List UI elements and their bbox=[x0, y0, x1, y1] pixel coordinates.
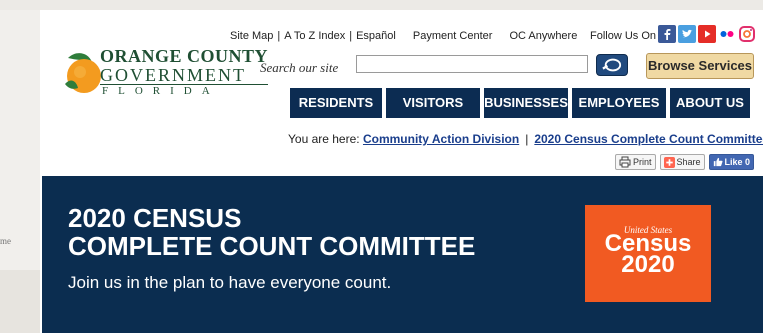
utility-links: Site Map | A To Z Index | Español Payment Ce… bbox=[230, 30, 577, 42]
logo-wordmark: ORANGE COUNTY GOVERNMENT FLORIDA bbox=[100, 46, 269, 97]
logo-line-florida: FLORIDA bbox=[100, 84, 269, 97]
browse-services-button[interactable]: Browse Services bbox=[646, 53, 754, 79]
search-label: Search our site bbox=[260, 60, 339, 75]
hero-banner: 2020 CENSUS COMPLETE COUNT COMMITTEE Joi… bbox=[42, 176, 763, 333]
page-content: ORANGE COUNTY GOVERNMENT FLORIDA Site Ma… bbox=[40, 10, 763, 333]
census-logo-year: 2020 bbox=[621, 251, 675, 278]
left-side-panel-lower bbox=[0, 270, 40, 333]
thumbs-up-icon bbox=[713, 157, 723, 167]
site-map-link[interactable]: Site Map bbox=[230, 30, 273, 42]
print-button[interactable]: Print bbox=[615, 154, 656, 170]
print-label: Print bbox=[633, 157, 652, 167]
a-to-z-index-link[interactable]: A To Z Index bbox=[284, 30, 345, 42]
banner-title-line-2: COMPLETE COUNT COMMITTEE bbox=[68, 231, 476, 261]
flickr-icon[interactable] bbox=[718, 25, 736, 43]
breadcrumb: You are here: Community Action Division |… bbox=[288, 132, 763, 146]
banner-title: 2020 CENSUS COMPLETE COUNT COMMITTEE bbox=[68, 204, 475, 260]
twitter-icon[interactable] bbox=[678, 25, 696, 43]
orange-county-logo[interactable]: ORANGE COUNTY GOVERNMENT FLORIDA bbox=[62, 40, 269, 102]
share-toolbar: Print Share Like 0 bbox=[615, 154, 755, 170]
main-nav: RESIDENTS VISITORS BUSINESSES EMPLOYEES … bbox=[290, 88, 750, 118]
share-label: Share bbox=[676, 157, 701, 167]
breadcrumb-prefix: You are here: bbox=[288, 132, 360, 146]
utility-separator: | bbox=[277, 30, 281, 42]
breadcrumb-census-committee[interactable]: 2020 Census Complete Count Committee bbox=[534, 132, 763, 146]
browser-top-strip bbox=[0, 0, 763, 10]
nav-tab-residents[interactable]: RESIDENTS bbox=[290, 88, 382, 118]
facebook-like-button[interactable]: Like 0 bbox=[708, 154, 755, 170]
banner-title-line-1: 2020 CENSUS bbox=[68, 203, 242, 233]
nav-tab-visitors[interactable]: VISITORS bbox=[386, 88, 480, 118]
nav-tab-businesses[interactable]: BUSINESSES bbox=[484, 88, 568, 118]
census-2020-logo: United States Census 2020 bbox=[585, 205, 711, 302]
payment-center-link[interactable]: Payment Center bbox=[413, 30, 492, 42]
logo-line-government: GOVERNMENT bbox=[100, 65, 246, 85]
like-label: Like 0 bbox=[724, 157, 751, 167]
search-button[interactable] bbox=[596, 54, 628, 76]
youtube-icon[interactable] bbox=[698, 25, 716, 43]
follow-us-label: Follow Us On bbox=[590, 30, 657, 42]
oc-anywhere-link[interactable]: OC Anywhere bbox=[509, 30, 577, 42]
instagram-icon[interactable] bbox=[738, 25, 756, 43]
breadcrumb-community-action-division[interactable]: Community Action Division bbox=[363, 132, 519, 146]
espanol-link[interactable]: Español bbox=[356, 30, 396, 42]
nav-tab-employees[interactable]: EMPLOYEES bbox=[572, 88, 666, 118]
share-button[interactable]: Share bbox=[659, 154, 705, 170]
facebook-icon[interactable] bbox=[658, 25, 676, 43]
nav-tab-about-us[interactable]: ABOUT US bbox=[670, 88, 750, 118]
plus-icon bbox=[663, 156, 675, 168]
left-panel-text-fragment: me bbox=[0, 236, 11, 246]
search-input[interactable] bbox=[356, 55, 588, 73]
social-icons bbox=[658, 25, 756, 43]
search-icon bbox=[602, 58, 622, 72]
banner-subtitle: Join us in the plan to have everyone cou… bbox=[68, 273, 392, 292]
logo-line-orange-county: ORANGE COUNTY bbox=[100, 46, 269, 66]
utility-separator: | bbox=[349, 30, 353, 42]
printer-icon bbox=[619, 156, 631, 168]
breadcrumb-separator: | bbox=[525, 132, 529, 146]
